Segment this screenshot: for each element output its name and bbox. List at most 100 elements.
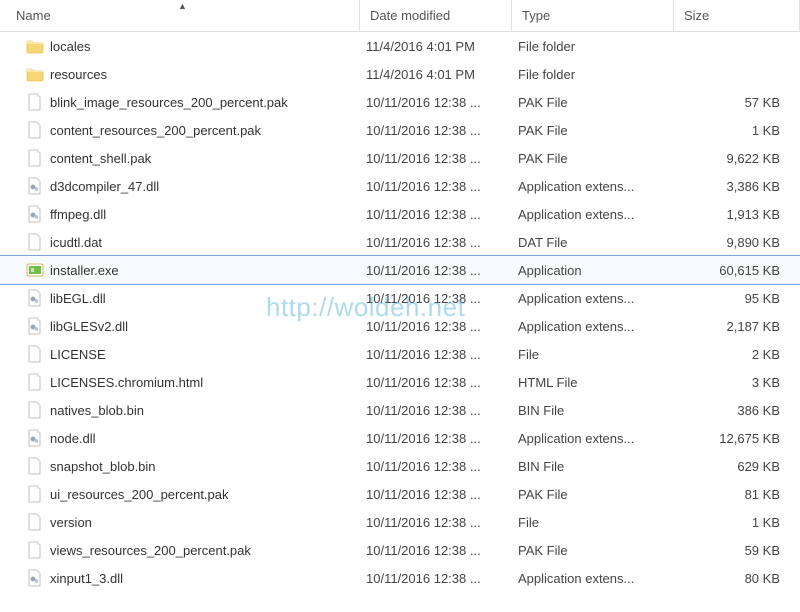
file-size: 81 KB bbox=[674, 487, 800, 502]
file-row[interactable]: installer.exe10/11/2016 12:38 ...Applica… bbox=[0, 256, 800, 284]
file-row[interactable]: ui_resources_200_percent.pak 10/11/2016 1… bbox=[0, 480, 800, 508]
file-date: 10/11/2016 12:38 ... bbox=[360, 543, 512, 558]
file-name-cell: LICENSE bbox=[20, 345, 360, 363]
file-size: 3 KB bbox=[674, 375, 800, 390]
column-label: Size bbox=[684, 8, 709, 23]
file-row[interactable]: libGLESv2.dll10/11/2016 12:38 ...Applica… bbox=[0, 312, 800, 340]
file-name-cell: LICENSES.chromium.html bbox=[20, 373, 360, 391]
file-icon bbox=[26, 457, 44, 475]
file-name: content_resources_200_percent.pak bbox=[50, 123, 261, 138]
file-date: 10/11/2016 12:38 ... bbox=[360, 515, 512, 530]
file-date: 10/11/2016 12:38 ... bbox=[360, 571, 512, 586]
file-row[interactable]: views_resources_200_percent.pak 10/11/201… bbox=[0, 536, 800, 564]
file-name-cell: blink_image_resources_200_percent.pak bbox=[20, 93, 360, 111]
column-label: Type bbox=[522, 8, 550, 23]
file-name-cell: natives_blob.bin bbox=[20, 401, 360, 419]
file-name: views_resources_200_percent.pak bbox=[50, 543, 251, 558]
column-header-type[interactable]: Type bbox=[512, 0, 674, 31]
file-icon bbox=[26, 93, 44, 111]
file-type: Application extens... bbox=[512, 291, 674, 306]
file-name-cell: locales bbox=[20, 37, 360, 55]
file-icon bbox=[26, 121, 44, 139]
file-name-cell: content_resources_200_percent.pak bbox=[20, 121, 360, 139]
file-name-cell: node.dll bbox=[20, 429, 360, 447]
file-name: installer.exe bbox=[50, 263, 119, 278]
column-header-size[interactable]: Size bbox=[674, 0, 800, 31]
file-date: 11/4/2016 4:01 PM bbox=[360, 67, 512, 82]
file-type: Application extens... bbox=[512, 319, 674, 334]
file-name-cell: libEGL.dll bbox=[20, 289, 360, 307]
file-date: 10/11/2016 12:38 ... bbox=[360, 403, 512, 418]
file-name-cell: d3dcompiler_47.dll bbox=[20, 177, 360, 195]
file-row[interactable]: d3dcompiler_47.dll10/11/2016 12:38 ...Ap… bbox=[0, 172, 800, 200]
file-row[interactable]: natives_blob.bin10/11/2016 12:38 ...BIN … bbox=[0, 396, 800, 424]
file-row[interactable]: ffmpeg.dll10/11/2016 12:38 ...Applicatio… bbox=[0, 200, 800, 228]
file-icon bbox=[26, 345, 44, 363]
file-row[interactable]: resources11/4/2016 4:01 PMFile folder bbox=[0, 60, 800, 88]
file-row[interactable]: content_resources_200_percent.pak 10/11/2… bbox=[0, 116, 800, 144]
file-date: 10/11/2016 12:38 ... bbox=[360, 207, 512, 222]
file-row[interactable]: libEGL.dll10/11/2016 12:38 ...Applicatio… bbox=[0, 284, 800, 312]
folder-icon bbox=[26, 37, 44, 55]
file-icon bbox=[26, 513, 44, 531]
file-name: xinput1_3.dll bbox=[50, 571, 123, 586]
dll-icon bbox=[26, 317, 44, 335]
file-type: Application extens... bbox=[512, 207, 674, 222]
file-size: 95 KB bbox=[674, 291, 800, 306]
file-name-cell: views_resources_200_percent.pak bbox=[20, 541, 360, 559]
file-size: 57 KB bbox=[674, 95, 800, 110]
dll-icon bbox=[26, 569, 44, 587]
file-row[interactable]: locales11/4/2016 4:01 PMFile folder bbox=[0, 32, 800, 60]
file-row[interactable]: xinput1_3.dll10/11/2016 12:38 ...Applica… bbox=[0, 564, 800, 592]
file-date: 10/11/2016 12:38 ... bbox=[360, 291, 512, 306]
file-row[interactable]: node.dll10/11/2016 12:38 ...Application … bbox=[0, 424, 800, 452]
file-size: 386 KB bbox=[674, 403, 800, 418]
file-type: BIN File bbox=[512, 403, 674, 418]
file-name: ui_resources_200_percent.pak bbox=[50, 487, 229, 502]
sort-ascending-icon: ▲ bbox=[178, 1, 187, 11]
folder-icon bbox=[26, 65, 44, 83]
file-date: 10/11/2016 12:38 ... bbox=[360, 459, 512, 474]
file-date: 10/11/2016 12:38 ... bbox=[360, 95, 512, 110]
file-name: d3dcompiler_47.dll bbox=[50, 179, 159, 194]
file-date: 10/11/2016 12:38 ... bbox=[360, 151, 512, 166]
file-row[interactable]: version10/11/2016 12:38 ...File1 KB bbox=[0, 508, 800, 536]
file-date: 10/11/2016 12:38 ... bbox=[360, 487, 512, 502]
file-size: 9,622 KB bbox=[674, 151, 800, 166]
file-row[interactable]: LICENSES.chromium.html 10/11/2016 12:38 .… bbox=[0, 368, 800, 396]
file-date: 10/11/2016 12:38 ... bbox=[360, 375, 512, 390]
file-type: File bbox=[512, 515, 674, 530]
file-row[interactable]: icudtl.dat10/11/2016 12:38 ...DAT File9,… bbox=[0, 228, 800, 256]
file-row[interactable]: LICENSE10/11/2016 12:38 ...File2 KB bbox=[0, 340, 800, 368]
column-header-date[interactable]: Date modified bbox=[360, 0, 512, 31]
file-type: PAK File bbox=[512, 487, 674, 502]
file-icon bbox=[26, 233, 44, 251]
file-row[interactable]: content_shell.pak10/11/2016 12:38 ...PAK… bbox=[0, 144, 800, 172]
file-icon bbox=[26, 485, 44, 503]
file-size: 1 KB bbox=[674, 123, 800, 138]
file-name-cell: ui_resources_200_percent.pak bbox=[20, 485, 360, 503]
dll-icon bbox=[26, 289, 44, 307]
file-type: Application bbox=[512, 263, 674, 278]
file-name: LICENSES.chromium.html bbox=[50, 375, 203, 390]
file-date: 10/11/2016 12:38 ... bbox=[360, 123, 512, 138]
file-size: 2 KB bbox=[674, 347, 800, 362]
file-date: 10/11/2016 12:38 ... bbox=[360, 319, 512, 334]
file-type: PAK File bbox=[512, 543, 674, 558]
file-name-cell: content_shell.pak bbox=[20, 149, 360, 167]
file-icon bbox=[26, 149, 44, 167]
file-size: 59 KB bbox=[674, 543, 800, 558]
file-name: resources bbox=[50, 67, 107, 82]
file-row[interactable]: blink_image_resources_200_percent.pak10/… bbox=[0, 88, 800, 116]
file-date: 10/11/2016 12:38 ... bbox=[360, 235, 512, 250]
file-name-cell: snapshot_blob.bin bbox=[20, 457, 360, 475]
exe-icon bbox=[26, 261, 44, 279]
file-row[interactable]: snapshot_blob.bin10/11/2016 12:38 ...BIN… bbox=[0, 452, 800, 480]
file-size: 1,913 KB bbox=[674, 207, 800, 222]
file-icon bbox=[26, 373, 44, 391]
file-type: File folder bbox=[512, 39, 674, 54]
file-date: 11/4/2016 4:01 PM bbox=[360, 39, 512, 54]
file-type: Application extens... bbox=[512, 431, 674, 446]
file-type: PAK File bbox=[512, 151, 674, 166]
column-header-name[interactable]: Name ▲ bbox=[0, 0, 360, 31]
